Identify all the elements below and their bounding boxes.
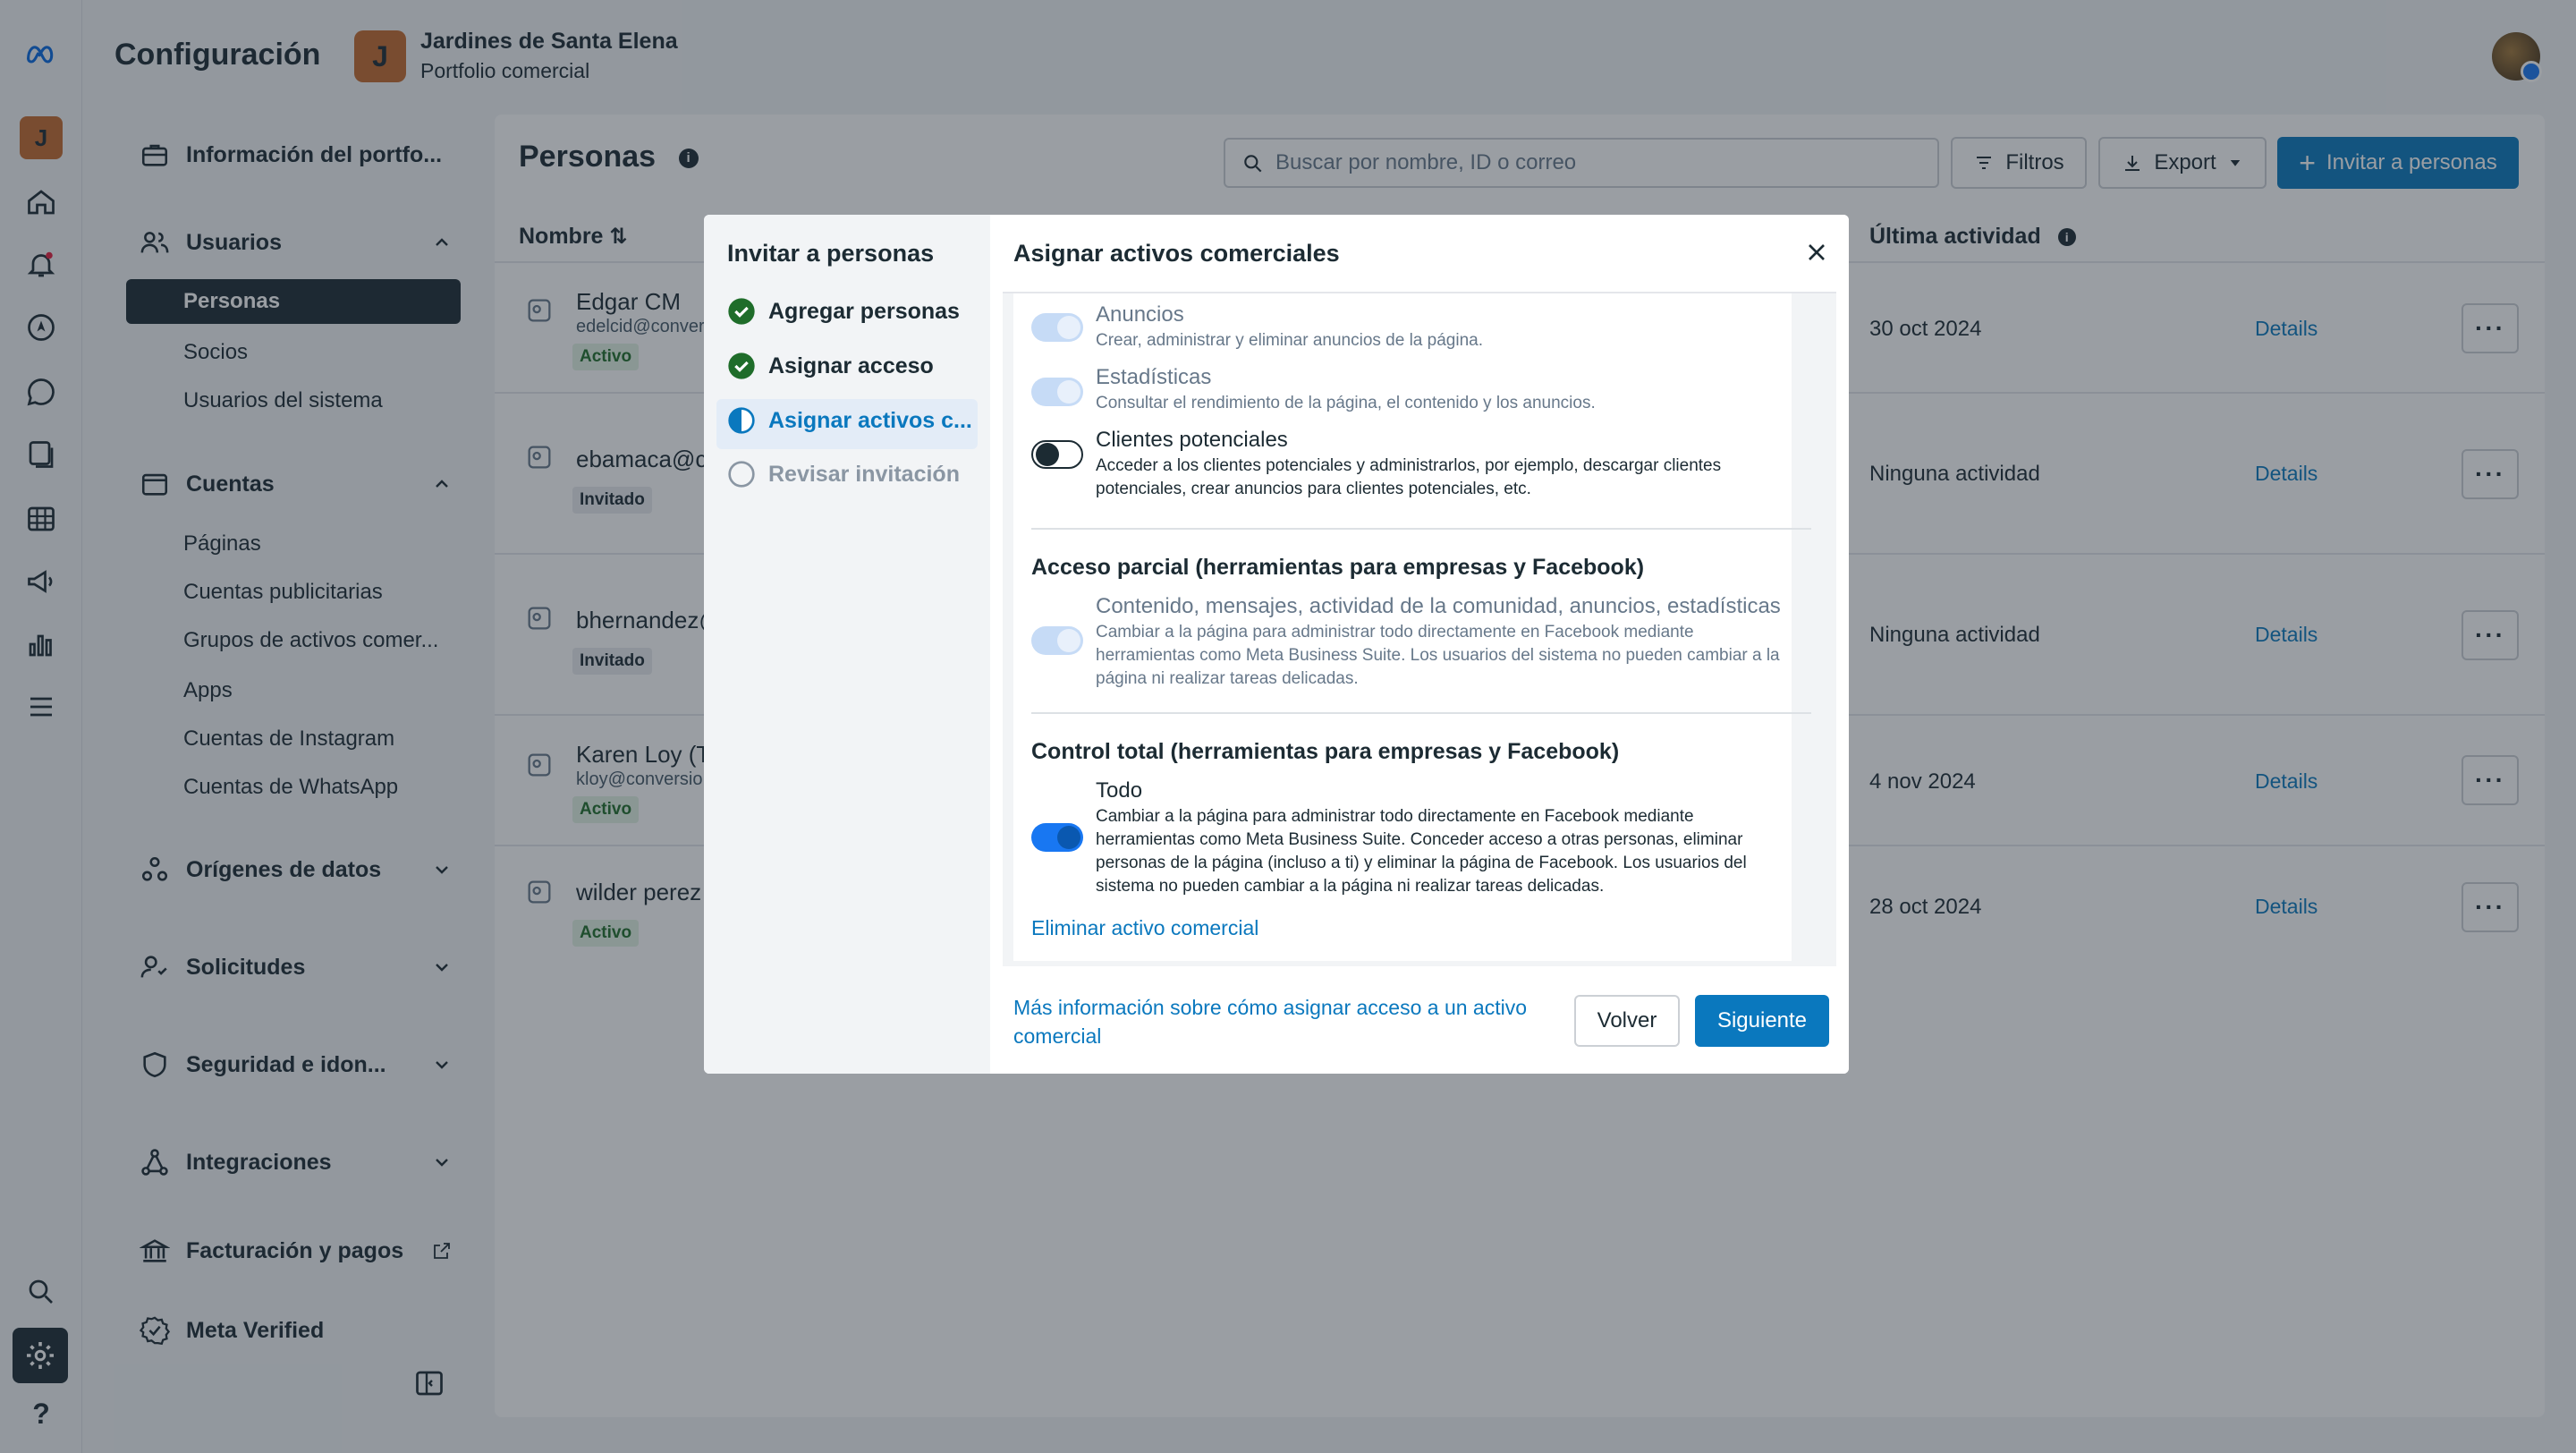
next-button[interactable]: Siguiente — [1695, 995, 1829, 1047]
check-circle-icon — [728, 353, 755, 379]
step-label: Asignar activos c... — [768, 407, 972, 433]
step-add-people[interactable]: Agregar personas — [727, 297, 960, 326]
section-divider — [1031, 528, 1811, 530]
perm-desc: Cambiar a la página para administrar tod… — [1096, 623, 1780, 688]
steps-panel: Invitar a personas Agregar personas Asig… — [704, 215, 990, 1074]
perm-title: Estadísticas — [1096, 365, 1212, 389]
step-label: Revisar invitación — [768, 461, 960, 487]
step-label: Agregar personas — [768, 298, 960, 324]
permissions-scroll-area[interactable]: Anuncios Crear, administrar y eliminar a… — [1003, 292, 1836, 966]
full-control-title: Control total (herramientas para empresa… — [1031, 739, 1620, 764]
modal-title: Asignar activos comerciales — [1013, 240, 1340, 267]
toggle-partial-access — [1031, 626, 1083, 655]
half-circle-icon — [728, 407, 755, 434]
perm-desc: Crear, administrar y eliminar anuncios d… — [1096, 331, 1483, 350]
toggle-clientes-potenciales[interactable] — [1031, 440, 1083, 469]
step-assign-access[interactable]: Asignar acceso — [727, 352, 934, 380]
check-circle-icon — [728, 298, 755, 325]
back-button[interactable]: Volver — [1574, 995, 1680, 1047]
close-icon[interactable] — [1802, 238, 1831, 267]
toggle-full-control[interactable] — [1031, 823, 1083, 852]
learn-more-link[interactable]: Más información sobre cómo asignar acces… — [1013, 993, 1577, 1050]
perm-desc: Cambiar a la página para administrar tod… — [1096, 807, 1747, 896]
perm-title: Anuncios — [1096, 302, 1184, 327]
step-review-invite[interactable]: Revisar invitación — [727, 460, 960, 489]
perm-title: Clientes potenciales — [1096, 428, 1288, 452]
partial-access-title: Acceso parcial (herramientas para empres… — [1031, 555, 1645, 580]
section-divider — [1031, 712, 1811, 714]
permissions-card: Anuncios Crear, administrar y eliminar a… — [1013, 293, 1811, 961]
steps-title: Invitar a personas — [727, 240, 935, 267]
assign-assets-panel: Asignar activos comerciales Anuncios Cre… — [990, 215, 1849, 1074]
step-assign-assets[interactable]: Asignar activos c... — [727, 406, 972, 435]
perm-title: Todo — [1096, 778, 1143, 803]
toggle-estadisticas — [1031, 378, 1083, 406]
invite-modal: Invitar a personas Agregar personas Asig… — [704, 215, 1849, 1074]
toggle-anuncios — [1031, 313, 1083, 342]
step-label: Asignar acceso — [768, 353, 934, 378]
remove-asset-link[interactable]: Eliminar activo comercial — [1031, 916, 1258, 940]
empty-circle-icon — [728, 461, 755, 488]
perm-desc: Consultar el rendimiento de la página, e… — [1096, 394, 1596, 412]
perm-desc: Acceder a los clientes potenciales y adm… — [1096, 456, 1722, 498]
perm-title: Contenido, mensajes, actividad de la com… — [1096, 594, 1781, 618]
